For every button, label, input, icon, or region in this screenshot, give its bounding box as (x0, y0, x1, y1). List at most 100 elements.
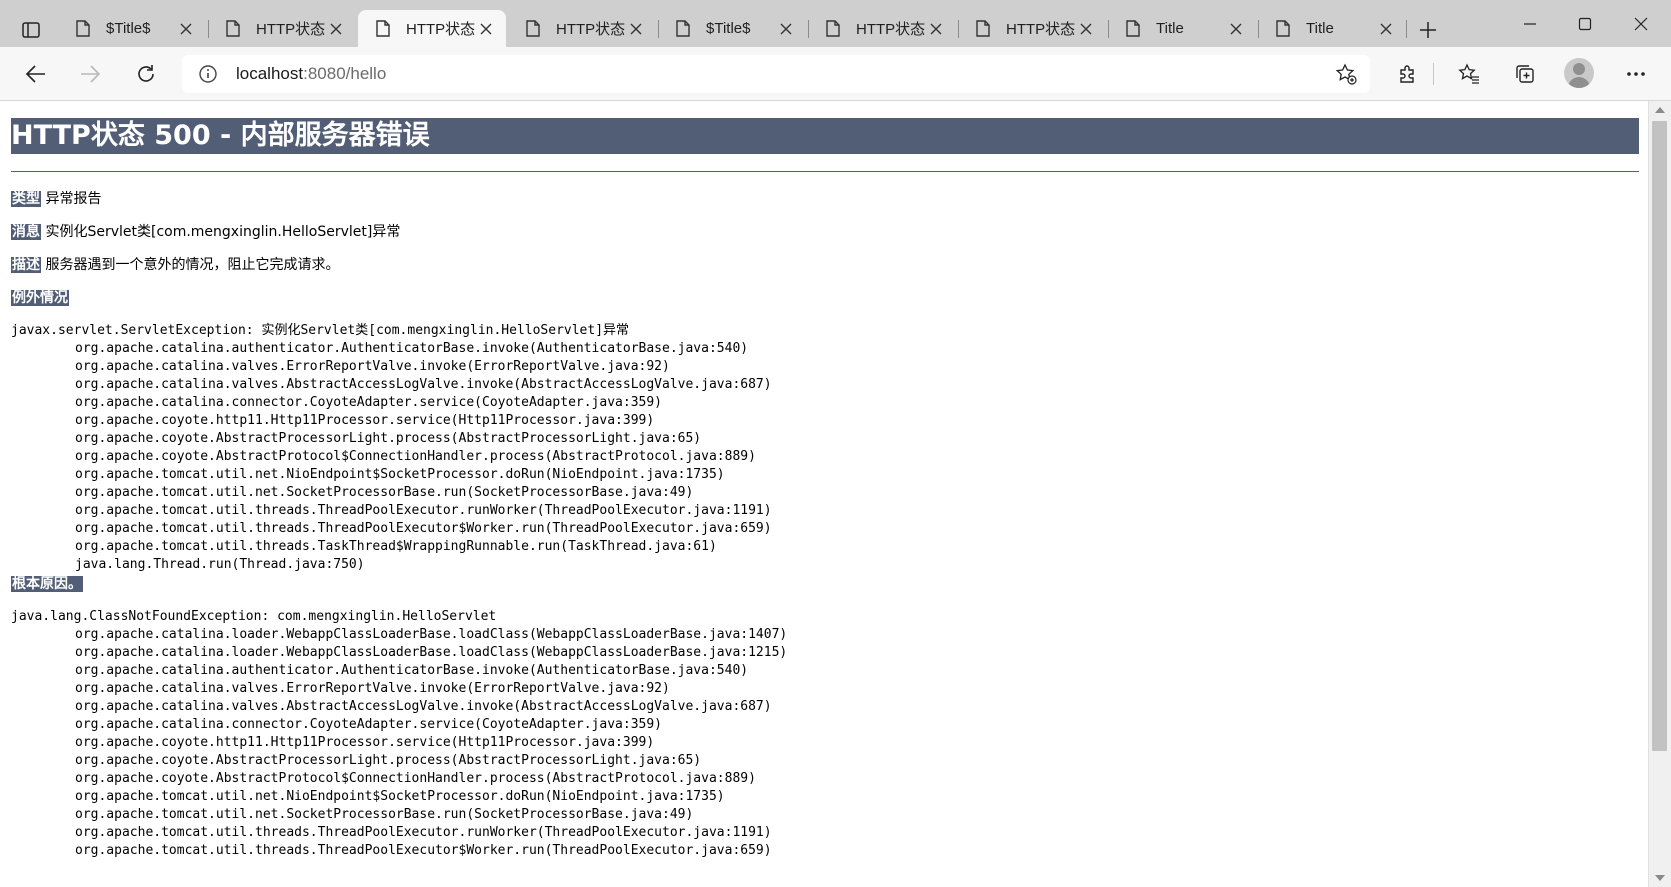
browser-tab[interactable]: $Title$ (658, 10, 806, 47)
close-tab-icon[interactable] (326, 19, 346, 39)
page-icon (676, 20, 692, 38)
stack-frame: org.apache.catalina.valves.ErrorReportVa… (75, 681, 670, 696)
avatar-head (1573, 63, 1585, 75)
close-window-button[interactable] (1611, 0, 1671, 47)
stack-frame: org.apache.tomcat.util.threads.ThreadPoo… (75, 503, 772, 518)
stack-frame: org.apache.catalina.connector.CoyoteAdap… (75, 395, 662, 410)
tab-title: HTTP状态 (856, 21, 926, 38)
arrow-right-icon (81, 65, 101, 83)
stack-frame: org.apache.catalina.loader.WebappClassLo… (75, 627, 788, 642)
plus-icon (1420, 22, 1436, 38)
tab-actions-button[interactable] (6, 10, 56, 50)
close-tab-icon[interactable] (926, 19, 946, 39)
collections-button[interactable] (1507, 56, 1543, 92)
description-value: 服务器遇到一个意外的情况，阻止它完成请求。 (45, 257, 340, 273)
stack-frame: org.apache.catalina.valves.ErrorReportVa… (75, 359, 670, 374)
toolbar-divider (1433, 63, 1434, 85)
new-tab-button[interactable] (1410, 12, 1446, 48)
info-icon[interactable] (198, 64, 218, 84)
page-icon (76, 20, 92, 38)
message-row: 消息 实例化Servlet类[com.mengxinglin.HelloServ… (11, 223, 400, 241)
browser-toolbar: localhost:8080/hello (0, 47, 1671, 101)
stack-frame: org.apache.catalina.valves.AbstractAcces… (75, 377, 772, 392)
stack-frame: org.apache.coyote.AbstractProcessorLight… (75, 753, 702, 768)
profile-avatar[interactable] (1564, 58, 1594, 88)
close-tab-icon[interactable] (626, 19, 646, 39)
stack-frame: org.apache.catalina.loader.WebappClassLo… (75, 645, 788, 660)
tab-title: HTTP状态 (1006, 21, 1076, 38)
maximize-icon (1578, 17, 1592, 30)
close-tab-icon[interactable] (776, 19, 796, 39)
page-icon (226, 20, 242, 38)
stack-frame: org.apache.tomcat.util.net.NioEndpoint$S… (75, 789, 725, 804)
stack-frame: org.apache.tomcat.util.threads.ThreadPoo… (75, 843, 772, 858)
stack-frame: org.apache.tomcat.util.threads.TaskThrea… (75, 539, 717, 554)
stack-frame: org.apache.coyote.http11.Http11Processor… (75, 413, 655, 428)
page-icon (376, 20, 392, 38)
stack-frame: org.apache.catalina.connector.CoyoteAdap… (75, 717, 662, 732)
close-tab-icon[interactable] (176, 19, 196, 39)
exception-label: 例外情况 (11, 290, 69, 306)
tab-separator (1406, 20, 1407, 38)
description-row: 描述 服务器遇到一个意外的情况，阻止它完成请求。 (11, 256, 339, 274)
browser-tab[interactable]: HTTP状态 (208, 10, 356, 47)
browser-tab-active[interactable]: HTTP状态 (358, 10, 506, 47)
stack-frame: org.apache.coyote.AbstractProtocol$Conne… (75, 449, 756, 464)
page-icon (1276, 20, 1292, 38)
exception-stack-trace: javax.servlet.ServletException: 实例化Servl… (11, 322, 772, 574)
vertical-scrollbar[interactable] (1648, 101, 1671, 887)
url-path: :8080/hello (303, 64, 387, 83)
minimize-button[interactable] (1500, 0, 1560, 47)
back-button[interactable] (18, 56, 54, 92)
stack-frame: org.apache.tomcat.util.net.SocketProcess… (75, 485, 694, 500)
address-bar[interactable]: localhost:8080/hello (182, 55, 1370, 93)
page-viewport: HTTP状态 500 - 内部服务器错误 类型 异常报告 消息 实例化Servl… (0, 101, 1648, 887)
browser-tab[interactable]: HTTP状态 (508, 10, 656, 47)
favorites-icon (1458, 63, 1479, 84)
stack-frame: org.apache.tomcat.util.threads.ThreadPoo… (75, 521, 772, 536)
refresh-icon (138, 65, 154, 82)
close-tab-icon[interactable] (1226, 19, 1246, 39)
stack-frame: org.apache.tomcat.util.threads.ThreadPoo… (75, 825, 772, 840)
page-icon (1126, 20, 1142, 38)
tab-actions-icon (22, 22, 40, 38)
extensions-button[interactable] (1390, 56, 1426, 92)
puzzle-icon (1400, 65, 1414, 83)
scroll-up-icon[interactable] (1655, 107, 1665, 113)
root-cause-label: 根本原因。 (11, 576, 83, 592)
browser-tab[interactable]: Title (1258, 10, 1406, 47)
avatar-body (1568, 77, 1590, 88)
add-favorite-button[interactable] (1330, 58, 1362, 90)
maximize-button[interactable] (1555, 0, 1615, 47)
refresh-button[interactable] (128, 56, 164, 92)
tab-title: $Title$ (706, 20, 751, 37)
stack-frame: org.apache.coyote.http11.Http11Processor… (75, 735, 655, 750)
browser-tab[interactable]: $Title$ (58, 10, 206, 47)
page-icon (976, 20, 992, 38)
tab-title: $Title$ (106, 20, 151, 37)
stack-frame: org.apache.catalina.authenticator.Authen… (75, 663, 749, 678)
close-tab-icon[interactable] (476, 19, 496, 39)
message-value: 实例化Servlet类[com.mengxinglin.HelloServlet… (45, 224, 401, 240)
url-text[interactable]: localhost:8080/hello (236, 64, 386, 84)
browser-tab[interactable]: HTTP状态 (808, 10, 956, 47)
divider (11, 171, 1639, 172)
scroll-down-icon[interactable] (1655, 875, 1665, 881)
close-tab-icon[interactable] (1076, 19, 1096, 39)
forward-button[interactable] (72, 56, 108, 92)
root-cause-row: 根本原因。 (11, 575, 83, 593)
tab-title: HTTP状态 (556, 21, 626, 38)
browser-tab[interactable]: Title (1108, 10, 1256, 47)
favorites-button[interactable] (1451, 56, 1487, 92)
scroll-thumb[interactable] (1652, 121, 1667, 751)
page-title: HTTP状态 500 - 内部服务器错误 (11, 118, 1639, 154)
close-tab-icon[interactable] (1376, 19, 1396, 39)
browser-tab[interactable]: HTTP状态 (958, 10, 1106, 47)
tab-strip: $Title$ HTTP状态 HTTP状态 HTTP状态 $Title$ HTT… (0, 0, 1671, 47)
stack-frame: org.apache.coyote.AbstractProtocol$Conne… (75, 771, 756, 786)
settings-menu-button[interactable] (1618, 56, 1654, 92)
type-value: 异常报告 (45, 191, 102, 207)
stack-frame: org.apache.catalina.valves.AbstractAcces… (75, 699, 772, 714)
root-cause-head: java.lang.ClassNotFoundException: com.me… (11, 609, 497, 624)
close-icon (1634, 17, 1648, 30)
